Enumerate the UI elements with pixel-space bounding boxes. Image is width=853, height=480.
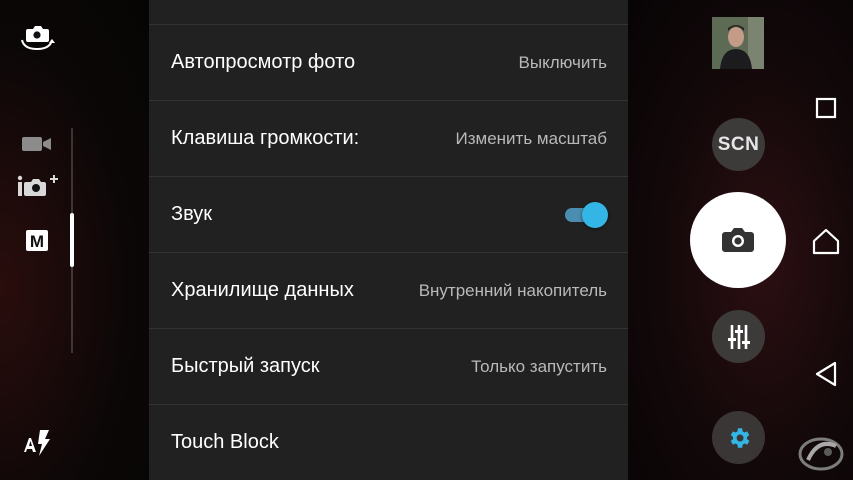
settings-row-partial [149, 0, 628, 24]
home-icon[interactable] [810, 225, 842, 257]
left-rail: M [0, 0, 90, 480]
switch-camera-icon[interactable] [18, 22, 56, 52]
row-label: Клавиша громкости: [171, 127, 360, 149]
row-value: Внутренний накопитель [418, 280, 607, 300]
row-label: Звук [171, 203, 213, 225]
scene-label: SCN [717, 133, 760, 155]
settings-row-storage[interactable]: Хранилище данных Внутренний накопитель [149, 252, 628, 328]
site-logo-watermark [798, 430, 844, 472]
settings-gear-icon [726, 425, 752, 451]
flash-auto-icon[interactable] [22, 428, 52, 458]
video-camera-icon[interactable] [20, 133, 54, 155]
settings-button[interactable] [712, 411, 765, 464]
row-value: Изменить масштаб [455, 128, 607, 148]
settings-row-quick-launch[interactable]: Быстрый запуск Только запустить [149, 328, 628, 404]
superior-auto-icon[interactable] [16, 173, 62, 199]
shutter-button[interactable] [690, 192, 786, 288]
manual-adjust-button[interactable] [712, 310, 765, 363]
settings-panel: Автопросмотр фото Выключить Клавиша гром… [149, 0, 628, 480]
row-label: Быстрый запуск [171, 355, 320, 377]
row-value: Выключить [518, 52, 607, 72]
back-icon[interactable] [810, 358, 842, 390]
last-photo-thumbnail[interactable] [712, 17, 764, 69]
settings-row-touch-block[interactable]: Touch Block [149, 404, 628, 480]
settings-row-sound[interactable]: Звук [149, 176, 628, 252]
mode-track-indicator [70, 213, 74, 267]
toggle-thumb [582, 201, 608, 228]
row-label: Хранилище данных [171, 279, 354, 301]
shutter-camera-icon [721, 226, 755, 254]
manual-mode-label: M [30, 232, 44, 251]
manual-adjust-icon [727, 324, 750, 350]
manual-mode-icon[interactable]: M [24, 228, 50, 252]
scene-button[interactable]: SCN [712, 118, 765, 171]
row-label: Автопросмотр фото [171, 51, 356, 73]
recent-apps-icon[interactable] [812, 94, 840, 122]
row-label: Touch Block [171, 431, 279, 453]
row-value: Только запустить [471, 356, 607, 376]
sound-toggle[interactable] [561, 201, 608, 228]
settings-row-auto-review[interactable]: Автопросмотр фото Выключить [149, 24, 628, 100]
settings-row-volume-key[interactable]: Клавиша громкости: Изменить масштаб [149, 100, 628, 176]
